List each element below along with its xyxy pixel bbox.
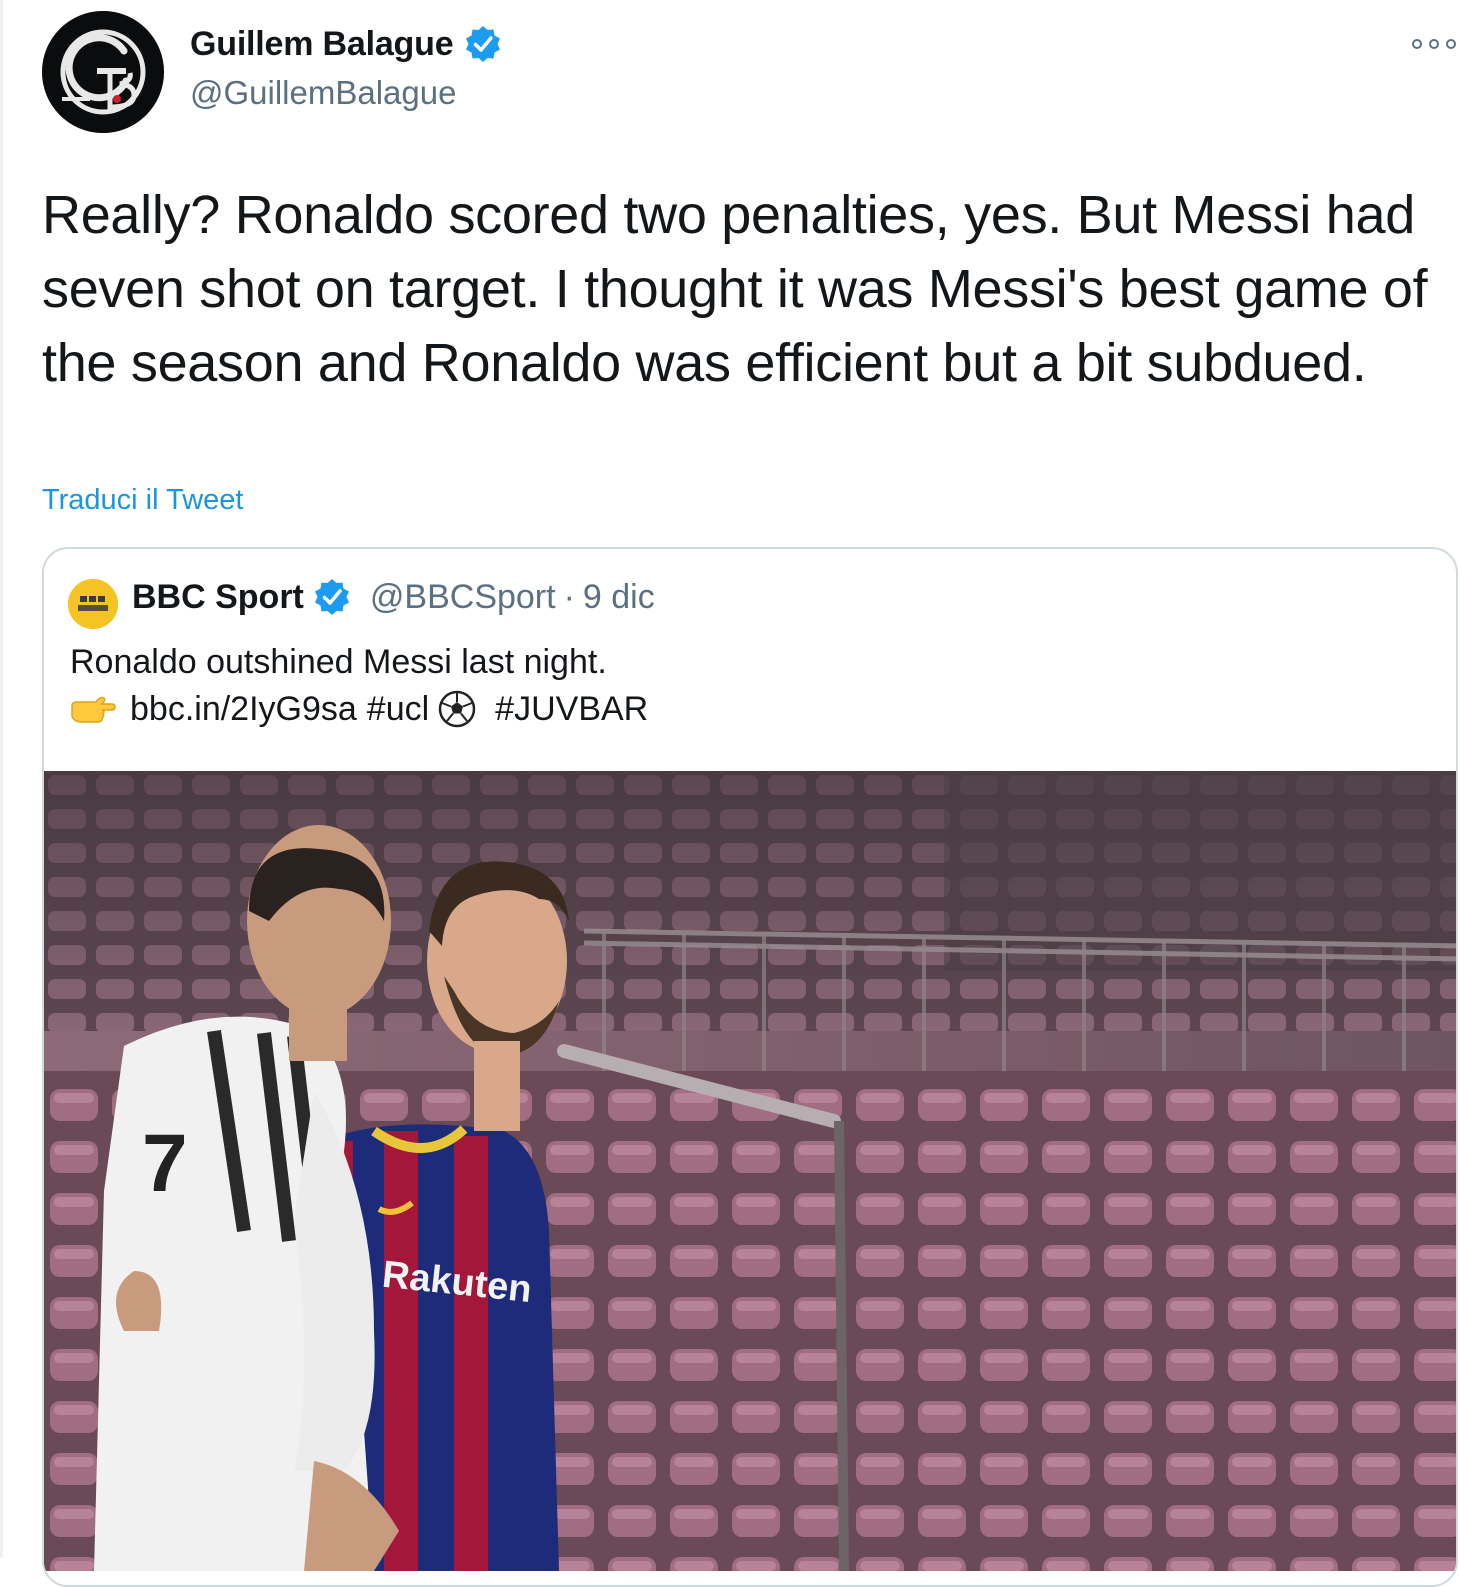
gb-logo-icon [42,11,164,133]
hashtag-juvbar[interactable]: #JUVBAR [495,690,648,729]
quoted-handle[interactable]: @BBCSport [370,578,556,617]
more-options-icon[interactable] [1412,30,1456,58]
more-dot [1429,39,1439,49]
timeline-border [0,0,3,1557]
quoted-text-line: Ronaldo outshined Messi last night. [70,643,607,681]
verified-badge-icon [314,579,349,615]
quoted-display-name[interactable]: BBC Sport [132,578,304,617]
hashtag-ucl[interactable]: #ucl [367,690,429,729]
translate-tweet-link[interactable]: Traduci il Tweet [42,484,243,517]
short-link[interactable]: bbc.in/2IyG9sa [130,690,357,729]
bbc-sport-logo-icon [68,579,118,629]
pointing-hand-icon [71,696,116,723]
soccer-ball-icon [438,690,476,728]
more-dot [1412,39,1422,49]
author-handle[interactable]: @GuillemBalague [190,74,456,112]
quoted-author-avatar[interactable] [68,579,118,629]
tweet-card: Guillem Balague @GuillemBalague Really? … [0,0,1460,1587]
author-display-name[interactable]: Guillem Balague [190,25,454,64]
more-dot [1446,39,1456,49]
quoted-links-line: bbc.in/2IyG9sa #ucl #JUVBAR [70,689,648,729]
svg-text:7: 7 [142,1118,188,1209]
tweet-text: Really? Ronaldo scored two penalties, ye… [42,185,1428,393]
author-avatar[interactable] [42,11,164,133]
separator-dot: · [563,577,575,616]
quoted-tweet[interactable]: BBC Sport @BBCSport · 9 dic Ronaldo outs… [42,547,1458,1587]
quoted-date[interactable]: 9 dic [583,578,655,617]
quoted-header: BBC Sport @BBCSport · 9 dic [132,577,655,617]
verified-badge-icon [466,26,501,62]
author-name-row: Guillem Balague [190,24,503,64]
quoted-tweet-photo[interactable]: Rakuten 7 [44,771,1458,1571]
